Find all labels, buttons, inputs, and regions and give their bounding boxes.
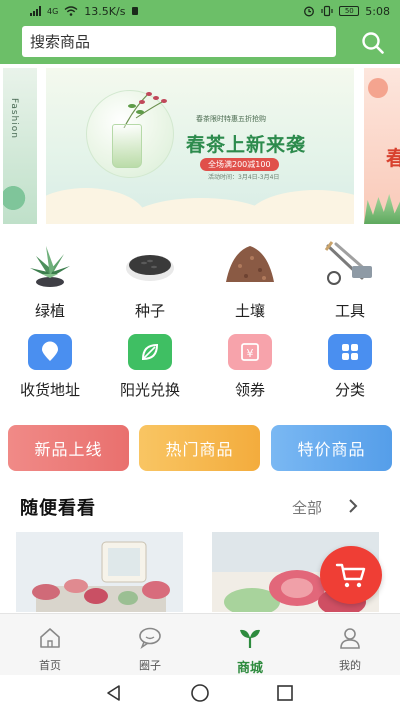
- feature-sunshine-exchange[interactable]: 阳光兑换: [100, 334, 200, 400]
- back-icon[interactable]: [104, 683, 124, 703]
- system-navigation-bar: [0, 675, 400, 711]
- battery-icon: 50: [339, 6, 360, 16]
- category-grid-icon: [328, 334, 372, 370]
- tea-glass: [112, 124, 142, 168]
- section-title: 随便看看: [20, 498, 96, 519]
- banner-prev-slide[interactable]: Fashion: [3, 68, 37, 224]
- seeds-bowl-icon: [126, 255, 174, 281]
- category-label: 土壤: [234, 302, 265, 320]
- product-image: [16, 532, 183, 612]
- notification-icon: [132, 7, 139, 15]
- search-input[interactable]: 搜索商品: [22, 26, 336, 57]
- view-all-link[interactable]: 全部: [292, 497, 322, 518]
- sprout-icon: [240, 629, 260, 648]
- tab-label: 我的: [339, 659, 361, 672]
- leaf-decoration: [3, 174, 37, 214]
- shopping-cart-icon: [335, 563, 366, 588]
- status-bar: 4G 13.5K/s 50 5:08: [0, 0, 400, 22]
- tea-leaf-sprig-icon: [123, 92, 167, 128]
- tab-community[interactable]: 圈子: [100, 614, 200, 675]
- alarm-icon: [304, 6, 315, 17]
- battery-level: 50: [344, 7, 354, 15]
- wifi-icon: [64, 6, 78, 16]
- leaf-icon: [128, 334, 172, 370]
- promo-buttons: 新品上线 热门商品 特价商品: [0, 425, 400, 471]
- grass-decoration: [364, 194, 400, 224]
- feature-categories[interactable]: 分类: [300, 334, 400, 400]
- garden-tools-icon: [324, 241, 372, 285]
- hot-products-button[interactable]: 热门商品: [139, 425, 260, 471]
- coupon-icon: ¥: [228, 334, 272, 370]
- banner-subtitle: 春茶限时特惠五折抢购: [196, 115, 266, 123]
- network-speed: 13.5K/s: [84, 4, 126, 18]
- chevron-right-icon[interactable]: [346, 498, 360, 514]
- banner-next-slide[interactable]: 春: [364, 68, 400, 224]
- cart-button[interactable]: [320, 546, 382, 604]
- cloud-decoration: [246, 190, 354, 224]
- banner-slide-spring-tea[interactable]: 春茶限时特惠五折抢购 春茶上新来袭 全场满200减100 活动时间：3月4日-3…: [46, 68, 354, 224]
- feature-label: 收货地址: [19, 381, 80, 399]
- feature-shipping-address[interactable]: 收货地址: [0, 334, 100, 400]
- network-type: 4G: [47, 6, 59, 16]
- banner-discount-pill: 全场满200减100: [200, 158, 279, 171]
- bottom-tab-bar: 首页 圈子 商城 我的: [0, 613, 400, 676]
- category-label: 绿植: [34, 302, 65, 320]
- location-pin-icon: [28, 334, 72, 370]
- lantern-decoration: [368, 78, 388, 98]
- special-price-button[interactable]: 特价商品: [271, 425, 392, 471]
- category-row: 绿植 种子 土壤 工具: [0, 238, 400, 321]
- category-green-plants[interactable]: 绿植: [0, 238, 100, 321]
- home-button-icon[interactable]: [190, 683, 210, 703]
- tab-profile[interactable]: 我的: [300, 614, 400, 675]
- signal-icon: [30, 6, 41, 16]
- banner-title: 春茶上新来袭: [186, 134, 307, 156]
- tab-label: 商城: [236, 661, 263, 676]
- feature-coupons[interactable]: ¥ 领券: [200, 334, 300, 400]
- banner-fashion-text: Fashion: [9, 98, 19, 139]
- succulent-plant-icon: [30, 246, 70, 287]
- tab-shop[interactable]: 商城: [200, 614, 300, 676]
- recent-apps-icon[interactable]: [275, 683, 295, 703]
- category-seeds[interactable]: 种子: [100, 238, 200, 321]
- chat-bubble-icon: [139, 627, 161, 649]
- svg-text:¥: ¥: [247, 347, 254, 360]
- banner-next-char: 春: [386, 146, 400, 170]
- new-arrivals-button[interactable]: 新品上线: [8, 425, 129, 471]
- tab-label: 首页: [39, 659, 61, 672]
- tab-label: 圈子: [139, 659, 161, 672]
- search-placeholder: 搜索商品: [30, 33, 91, 51]
- search-header: 搜索商品: [0, 22, 400, 64]
- feature-label: 领券: [234, 381, 265, 399]
- feature-row: 收货地址 阳光兑换 ¥ 领券 分类: [0, 334, 400, 400]
- feature-label: 阳光兑换: [119, 381, 180, 399]
- shop-page: 4G 13.5K/s 50 5:08 搜索商品 Fashion 春茶限时特惠五折…: [0, 0, 400, 711]
- product-card[interactable]: [16, 532, 183, 612]
- user-icon: [340, 628, 360, 649]
- browse-section-header: 随便看看 全部: [0, 490, 400, 524]
- category-tools[interactable]: 工具: [300, 238, 400, 321]
- vibrate-icon: [321, 5, 333, 17]
- banner-carousel[interactable]: Fashion 春茶限时特惠五折抢购 春茶上新来袭 全场满200减100 活动时…: [0, 64, 400, 228]
- banner-date: 活动时间：3月4日-3月4日: [208, 174, 280, 181]
- category-label: 种子: [134, 302, 165, 320]
- tab-home[interactable]: 首页: [0, 614, 100, 675]
- search-icon[interactable]: [360, 30, 386, 56]
- category-soil[interactable]: 土壤: [200, 238, 300, 321]
- clock: 5:08: [365, 4, 390, 18]
- soil-pile-icon: [226, 246, 274, 282]
- category-label: 工具: [334, 302, 365, 320]
- feature-label: 分类: [334, 381, 365, 399]
- home-icon: [40, 628, 60, 648]
